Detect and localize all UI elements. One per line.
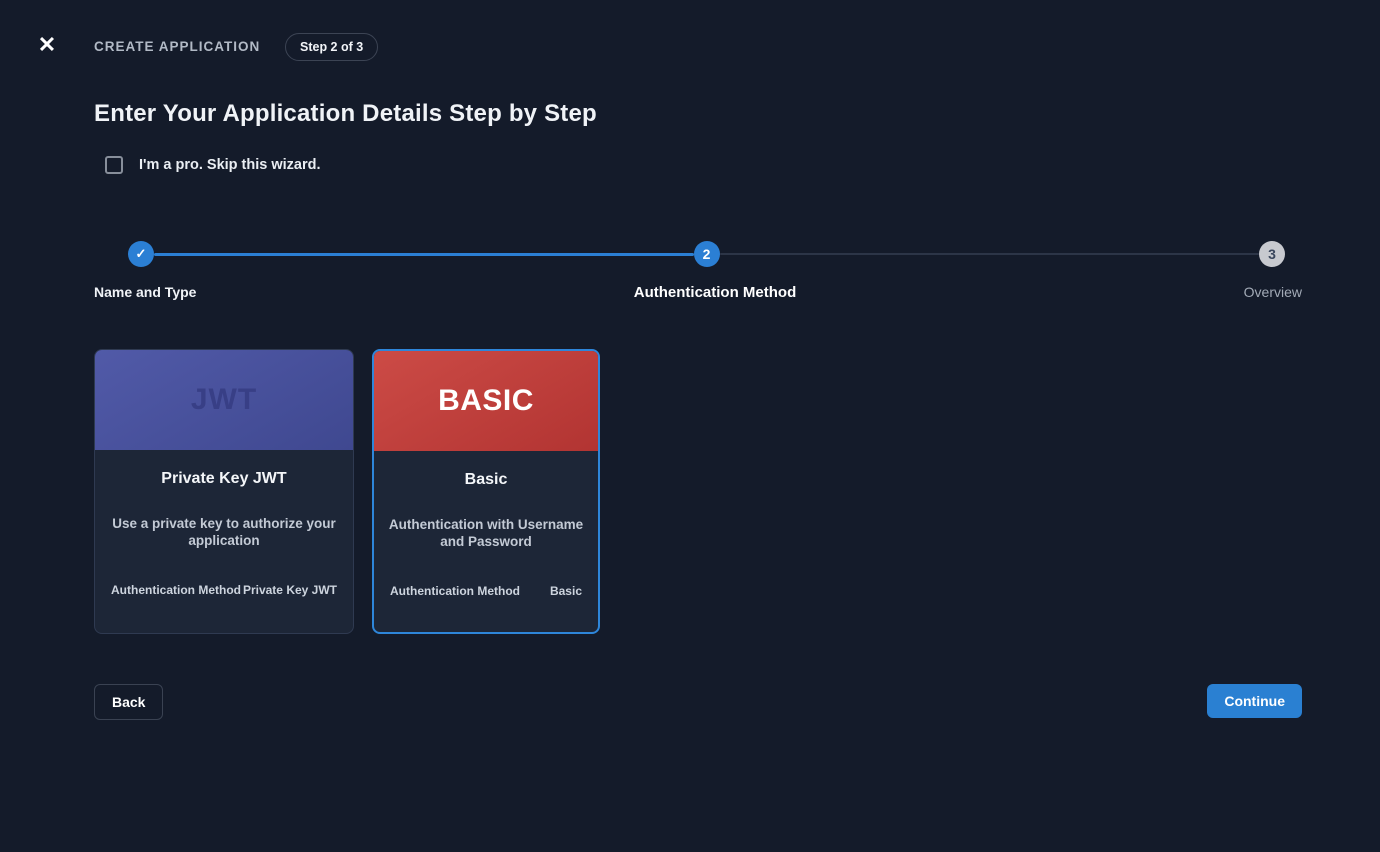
step-1-check-icon: ✓ bbox=[128, 241, 154, 267]
step-2-indicator: 2 bbox=[694, 241, 720, 267]
card-title: Private Key JWT bbox=[95, 470, 353, 488]
close-icon[interactable]: ✕ bbox=[34, 32, 60, 58]
card-basic[interactable]: BASIC Basic Authentication with Username… bbox=[372, 349, 600, 634]
meta-value: Basic bbox=[550, 584, 582, 598]
step-3-indicator: 3 bbox=[1259, 241, 1285, 267]
skip-wizard-row: I'm a pro. Skip this wizard. bbox=[105, 156, 321, 174]
window-title: CREATE APPLICATION bbox=[94, 39, 260, 54]
stepper-labels: Name and Type Authentication Method Over… bbox=[94, 284, 1302, 302]
stepper-track: ✓ 2 3 bbox=[94, 241, 1302, 267]
skip-wizard-checkbox[interactable] bbox=[105, 156, 123, 174]
card-description: Authentication with Username and Passwor… bbox=[388, 516, 584, 550]
meta-value: Private Key JWT bbox=[243, 583, 337, 597]
skip-wizard-label[interactable]: I'm a pro. Skip this wizard. bbox=[139, 157, 321, 173]
wizard-footer: Back Continue bbox=[94, 684, 1302, 720]
card-description: Use a private key to authorize your appl… bbox=[109, 515, 339, 549]
jwt-banner: JWT bbox=[95, 350, 353, 450]
basic-banner: BASIC bbox=[374, 351, 598, 451]
step-badge: Step 2 of 3 bbox=[285, 33, 378, 61]
step-1-label: Name and Type bbox=[94, 284, 196, 300]
card-meta-row: Authentication Method Basic bbox=[390, 584, 582, 598]
wizard-stepper: ✓ 2 3 Name and Type Authentication Metho… bbox=[94, 241, 1302, 302]
meta-label: Authentication Method bbox=[390, 584, 520, 598]
stepper-connector-todo bbox=[720, 253, 1260, 255]
back-button[interactable]: Back bbox=[94, 684, 163, 720]
step-3-label: Overview bbox=[1244, 284, 1302, 300]
page-title: Enter Your Application Details Step by S… bbox=[94, 100, 597, 128]
stepper-connector-done bbox=[154, 253, 694, 256]
card-private-key-jwt[interactable]: JWT Private Key JWT Use a private key to… bbox=[94, 349, 354, 634]
card-title: Basic bbox=[374, 471, 598, 489]
continue-button[interactable]: Continue bbox=[1207, 684, 1302, 718]
meta-label: Authentication Method bbox=[111, 583, 241, 597]
step-2-label: Authentication Method bbox=[634, 284, 796, 301]
auth-method-options: JWT Private Key JWT Use a private key to… bbox=[94, 349, 600, 634]
card-meta-row: Authentication Method Private Key JWT bbox=[111, 583, 337, 597]
